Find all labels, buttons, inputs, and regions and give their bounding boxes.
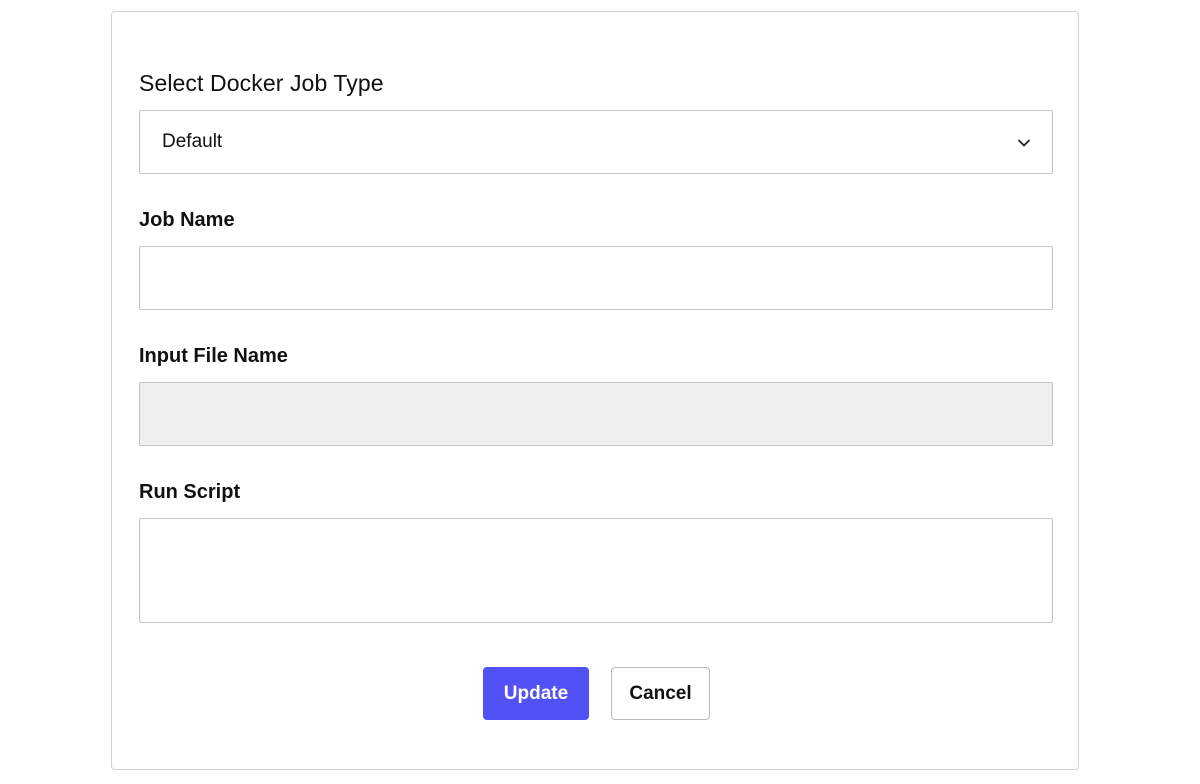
chevron-down-icon (1016, 135, 1032, 151)
cancel-button[interactable]: Cancel (611, 667, 710, 720)
job-name-label: Job Name (139, 209, 235, 231)
form-heading: Select Docker Job Type (139, 70, 384, 96)
run-script-label: Run Script (139, 481, 241, 503)
selected-job-type: Default (162, 131, 223, 152)
update-button[interactable]: Update (483, 667, 589, 720)
input-file-name-label: Input File Name (139, 345, 288, 367)
job-name-input[interactable] (139, 246, 1053, 310)
run-script-textarea[interactable] (139, 518, 1053, 623)
docker-job-type-select[interactable]: Default (139, 110, 1053, 174)
job-form-card: Select Docker Job Type Default Job Name … (111, 11, 1079, 770)
input-file-name-field (139, 382, 1053, 446)
